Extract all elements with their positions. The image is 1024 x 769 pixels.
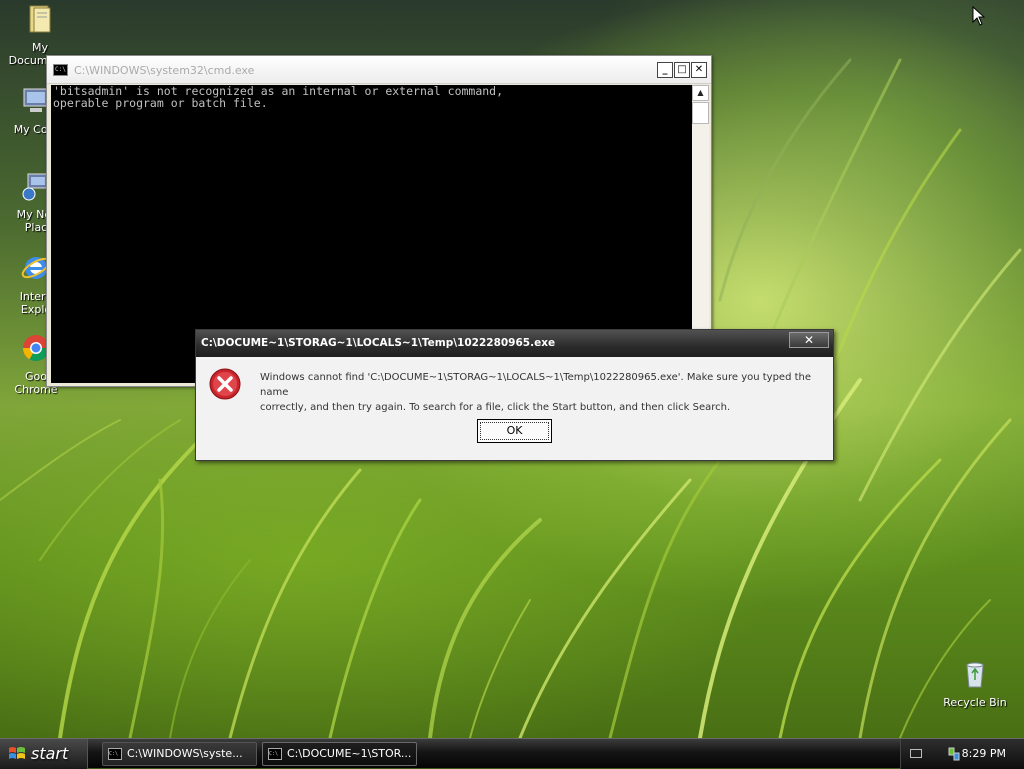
- mouse-cursor-icon: [972, 6, 986, 26]
- cmd-window-icon: C:\: [268, 748, 282, 760]
- network-icon[interactable]: [947, 747, 961, 761]
- close-button[interactable]: ✕: [691, 62, 707, 78]
- taskbar-item-cmd[interactable]: C:\ C:\WINDOWS\syste...: [102, 742, 257, 766]
- desktop: My Documents My Com My Net Plac Intern E…: [0, 0, 1024, 738]
- maximize-button[interactable]: □: [674, 62, 690, 78]
- desktop-icon-recycle-bin[interactable]: Recycle Bin: [935, 658, 1015, 709]
- cmd-window-title: C:\WINDOWS\system32\cmd.exe: [74, 64, 255, 77]
- keyboard-icon[interactable]: [910, 749, 922, 758]
- recycle-bin-icon: [966, 662, 984, 688]
- error-dialog-title: C:\DOCUME~1\STORAG~1\LOCALS~1\Temp\10222…: [201, 337, 556, 349]
- start-button[interactable]: start: [0, 739, 88, 769]
- cmd-window-icon: C:\: [108, 748, 122, 760]
- error-dialog-titlebar[interactable]: C:\DOCUME~1\STORAG~1\LOCALS~1\Temp\10222…: [196, 330, 833, 357]
- cmd-window-icon: C:\: [53, 64, 68, 76]
- cmd-output-line: operable program or batch file.: [53, 96, 268, 110]
- start-label: start: [31, 744, 69, 763]
- error-icon: [209, 368, 241, 400]
- cmd-titlebar[interactable]: C:\ C:\WINDOWS\system32\cmd.exe _ □ ✕: [47, 56, 711, 84]
- error-dialog[interactable]: C:\DOCUME~1\STORAG~1\LOCALS~1\Temp\10222…: [195, 329, 834, 461]
- error-message: Windows cannot find 'C:\DOCUME~1\STORAG~…: [260, 370, 830, 415]
- ok-button-label: OK: [480, 422, 549, 440]
- scroll-up-arrow-icon[interactable]: ▲: [692, 85, 709, 101]
- windows-logo-icon: [9, 747, 25, 759]
- taskbar-item-error-dialog[interactable]: C:\ C:\DOCUME~1\STOR...: [262, 742, 417, 766]
- system-tray: 8:29 PM: [900, 739, 1024, 769]
- error-message-line: correctly, and then try again. To search…: [260, 402, 731, 413]
- close-button[interactable]: ✕: [789, 332, 829, 348]
- desktop-icon-label: Recycle Bin: [943, 696, 1007, 709]
- clock[interactable]: 8:29 PM: [962, 747, 1006, 760]
- ok-button[interactable]: OK: [477, 419, 552, 443]
- error-message-line: Windows cannot find 'C:\DOCUME~1\STORAG~…: [260, 372, 812, 398]
- taskbar: start C:\ C:\WINDOWS\syste... C:\ C:\DOC…: [0, 738, 1024, 769]
- minimize-button[interactable]: _: [657, 62, 673, 78]
- taskbar-item-label: C:\DOCUME~1\STOR...: [287, 747, 412, 760]
- my-documents-icon: [29, 5, 51, 33]
- scroll-thumb[interactable]: [692, 102, 709, 124]
- taskbar-item-label: C:\WINDOWS\syste...: [127, 747, 243, 760]
